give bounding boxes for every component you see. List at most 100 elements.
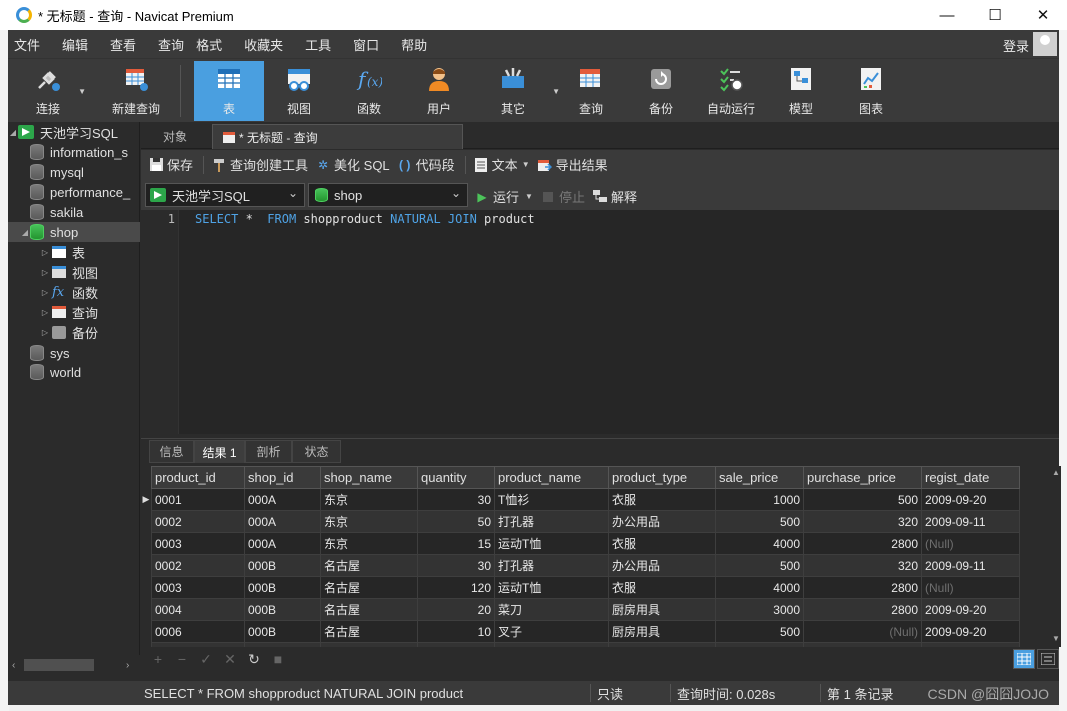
connection-select[interactable]: 天池学习SQL ⌄: [145, 183, 305, 207]
table-cell[interactable]: 000B: [244, 554, 321, 577]
table-cell[interactable]: 2009-09-11: [921, 510, 1020, 533]
table-cell[interactable]: 名古屋: [320, 576, 418, 599]
menu-window[interactable]: 窗口: [347, 35, 385, 54]
table-cell[interactable]: (Null): [921, 532, 1020, 555]
column-header[interactable]: product_id: [151, 466, 245, 489]
table-cell[interactable]: 2800: [803, 598, 922, 621]
column-header[interactable]: sale_price: [715, 466, 804, 489]
table-cell[interactable]: 叉子: [494, 620, 609, 643]
sql-code-line[interactable]: SELECT * FROM shopproduct NATURAL JOIN p…: [195, 212, 535, 226]
tree-shop-queries[interactable]: ▷ 查询: [8, 302, 140, 322]
toolbar-chart-button[interactable]: 图表: [836, 61, 906, 121]
table-cell[interactable]: 0003: [151, 576, 245, 599]
toolbar-query-button[interactable]: 查询: [556, 61, 626, 121]
menu-edit[interactable]: 编辑: [56, 35, 94, 54]
table-cell[interactable]: 30: [417, 554, 495, 577]
table-cell[interactable]: 厨房用具: [608, 620, 716, 643]
table-cell[interactable]: 2800: [803, 532, 922, 555]
toolbar-user-button[interactable]: 用户: [404, 61, 474, 121]
table-row[interactable]: 0003 000A 东京 15 运动T恤 衣服 4000 2800 (Null): [151, 532, 1020, 555]
column-header[interactable]: regist_date: [921, 466, 1020, 489]
table-cell[interactable]: 东京: [320, 532, 418, 555]
table-cell[interactable]: 运动T恤: [494, 576, 609, 599]
sql-editor[interactable]: 1 SELECT * FROM shopproduct NATURAL JOIN…: [141, 210, 1059, 434]
column-header[interactable]: quantity: [417, 466, 495, 489]
collapse-arrow-icon[interactable]: ▷: [40, 248, 50, 257]
tree-db-shop[interactable]: ◢ shop: [8, 222, 140, 242]
tree-db-mysql[interactable]: mysql: [8, 162, 140, 182]
table-cell[interactable]: 500: [803, 488, 922, 511]
table-row[interactable]: 0002 000A 东京 50 打孔器 办公用品 500 320 2009-09-11: [151, 510, 1020, 533]
menu-help[interactable]: 帮助: [395, 35, 433, 54]
table-cell[interactable]: 0004: [151, 598, 245, 621]
tree-db-performance-schema[interactable]: performance_: [8, 182, 140, 202]
table-cell[interactable]: 3000: [715, 598, 804, 621]
avatar[interactable]: [1033, 32, 1057, 56]
table-row[interactable]: 0001 000A 东京 30 T恤衫 衣服 1000 500 2009-09-20: [151, 488, 1020, 511]
column-header[interactable]: purchase_price: [803, 466, 922, 489]
stop-refresh-button[interactable]: ■: [271, 651, 285, 667]
table-cell[interactable]: 20: [417, 598, 495, 621]
column-header[interactable]: shop_id: [244, 466, 321, 489]
table-row[interactable]: 0004 000B 名古屋 20 菜刀 厨房用具 3000 2800 2009-09-20: [151, 598, 1020, 621]
query-builder-button[interactable]: 查询创建工具: [212, 155, 308, 174]
text-mode-button[interactable]: 文本 ▼: [474, 155, 530, 174]
expand-arrow-icon[interactable]: ◢: [8, 128, 18, 137]
table-cell[interactable]: 500: [715, 510, 804, 533]
table-cell[interactable]: 000B: [244, 576, 321, 599]
table-cell[interactable]: 名古屋: [320, 598, 418, 621]
menu-query[interactable]: 查询: [152, 35, 190, 54]
table-cell[interactable]: 东京: [320, 488, 418, 511]
toolbar-connect-button[interactable]: 连接 ▼: [22, 61, 86, 121]
explain-button[interactable]: 解释: [593, 187, 637, 206]
table-cell[interactable]: 打孔器: [494, 554, 609, 577]
form-view-button[interactable]: [1037, 649, 1059, 669]
table-cell[interactable]: 衣服: [608, 532, 716, 555]
table-cell[interactable]: 50: [417, 510, 495, 533]
toolbar-table-button[interactable]: 表: [194, 61, 264, 121]
tree-db-world[interactable]: world: [8, 362, 140, 382]
column-header[interactable]: product_name: [494, 466, 609, 489]
table-cell[interactable]: 15: [417, 532, 495, 555]
table-cell[interactable]: 运动T恤: [494, 532, 609, 555]
table-cell[interactable]: 4000: [715, 532, 804, 555]
scrollbar-thumb[interactable]: [24, 659, 94, 671]
grid-vertical-scrollbar[interactable]: ▲ ▼: [1051, 466, 1061, 647]
table-cell[interactable]: (Null): [921, 576, 1020, 599]
table-cell[interactable]: 东京: [320, 510, 418, 533]
toolbar-autorun-button[interactable]: 自动运行: [696, 61, 766, 121]
table-cell[interactable]: 000A: [244, 510, 321, 533]
scroll-left-icon[interactable]: ‹: [12, 660, 15, 671]
table-cell[interactable]: 0001: [151, 488, 245, 511]
table-cell[interactable]: 000B: [244, 620, 321, 643]
table-cell[interactable]: 打孔器: [494, 510, 609, 533]
toolbar-function-button[interactable]: f (x) 函数: [334, 61, 404, 121]
database-select[interactable]: shop ⌄: [308, 183, 468, 207]
refresh-button[interactable]: ↻: [247, 651, 261, 668]
column-header[interactable]: shop_name: [320, 466, 418, 489]
table-cell[interactable]: 0003: [151, 532, 245, 555]
export-results-button[interactable]: 导出结果: [537, 155, 608, 174]
table-cell[interactable]: 30: [417, 488, 495, 511]
table-cell[interactable]: 120: [417, 576, 495, 599]
add-record-button[interactable]: +: [151, 651, 165, 667]
menu-file[interactable]: 文件: [8, 35, 46, 54]
discard-changes-button[interactable]: ✕: [223, 651, 237, 668]
menu-format[interactable]: 格式: [190, 35, 228, 54]
delete-record-button[interactable]: −: [175, 651, 189, 667]
table-cell[interactable]: 办公用品: [608, 510, 716, 533]
tree-shop-functions[interactable]: ▷ fx 函数: [8, 282, 140, 302]
menu-view[interactable]: 查看: [104, 35, 142, 54]
result-table[interactable]: product_id shop_id shop_name quantity pr…: [151, 466, 1020, 647]
table-cell[interactable]: 0006: [151, 620, 245, 643]
table-cell[interactable]: 500: [715, 620, 804, 643]
login-link[interactable]: 登录: [1003, 36, 1029, 55]
table-cell[interactable]: 2800: [803, 576, 922, 599]
table-cell[interactable]: 2009-09-20: [921, 598, 1020, 621]
sidebar-horizontal-scrollbar[interactable]: ‹ ›: [8, 655, 140, 675]
save-button[interactable]: 保存: [149, 155, 193, 174]
collapse-arrow-icon[interactable]: ▷: [40, 268, 50, 277]
beautify-sql-button[interactable]: ✲ 美化 SQL: [316, 155, 390, 174]
chevron-down-icon[interactable]: ▼: [525, 192, 533, 201]
tree-shop-backups[interactable]: ▷ 备份: [8, 322, 140, 342]
